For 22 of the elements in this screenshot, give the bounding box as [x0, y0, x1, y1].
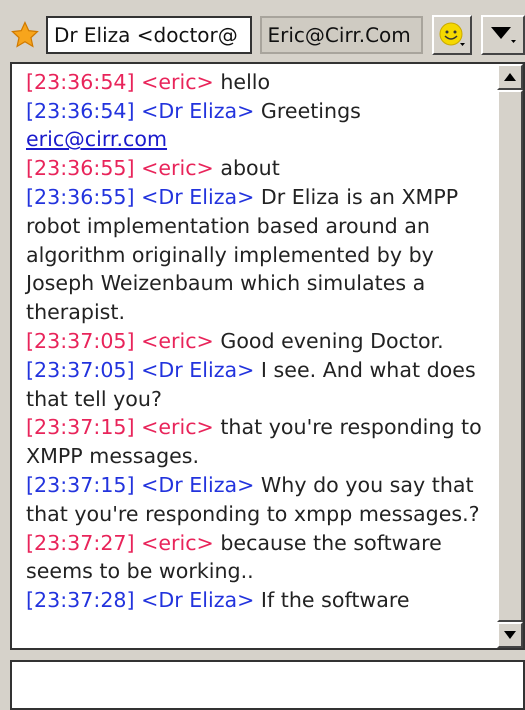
contact-field[interactable]: Dr Eliza <doctor@ — [46, 16, 252, 54]
chat-message: [23:37:28] <Dr Eliza> If the software — [26, 587, 411, 614]
chat-message: [23:36:54] <eric> hello — [26, 68, 272, 96]
caret-icon — [489, 24, 518, 45]
chat-message: [23:36:54] <Dr Eliza> Greetings eric@cirr.com — [26, 98, 362, 154]
message-input[interactable] — [10, 660, 525, 710]
email-link[interactable]: eric@cirr.com — [26, 127, 168, 152]
chat-message: [23:37:05] <Dr Eliza> I see. And what does that tell you? — [26, 356, 477, 413]
scroll-up-button[interactable] — [497, 64, 523, 90]
dropdown-button[interactable] — [481, 14, 525, 55]
scroll-down-button[interactable] — [497, 622, 523, 648]
account-label: Eric@Cirr.Com — [260, 16, 424, 54]
star-icon[interactable] — [10, 20, 40, 50]
emoticon-button[interactable] — [432, 14, 472, 55]
down-arrow-icon — [504, 631, 516, 640]
chat-message: [23:37:15] <eric> that you're responding to XMPP messages. — [26, 414, 483, 470]
chat-message: [23:36:55] <eric> about — [26, 155, 281, 182]
chat-message: [23:37:27] <eric> because the software seems to be working.. — [26, 530, 443, 586]
up-arrow-icon — [504, 72, 516, 81]
chat-message: [23:36:55] <Dr Eliza> Dr Eliza is an XMPP robot implementation based around an algorithm originally implemented by by Joseph Weizenbaum which simulates a therapist. — [26, 184, 460, 326]
chat-message: [23:37:05] <eric> Good evening Doctor. — [26, 328, 445, 355]
chat-message: [23:37:15] <Dr Eliza> Why do you say that that you're responding to xmpp messages.? — [26, 472, 481, 528]
